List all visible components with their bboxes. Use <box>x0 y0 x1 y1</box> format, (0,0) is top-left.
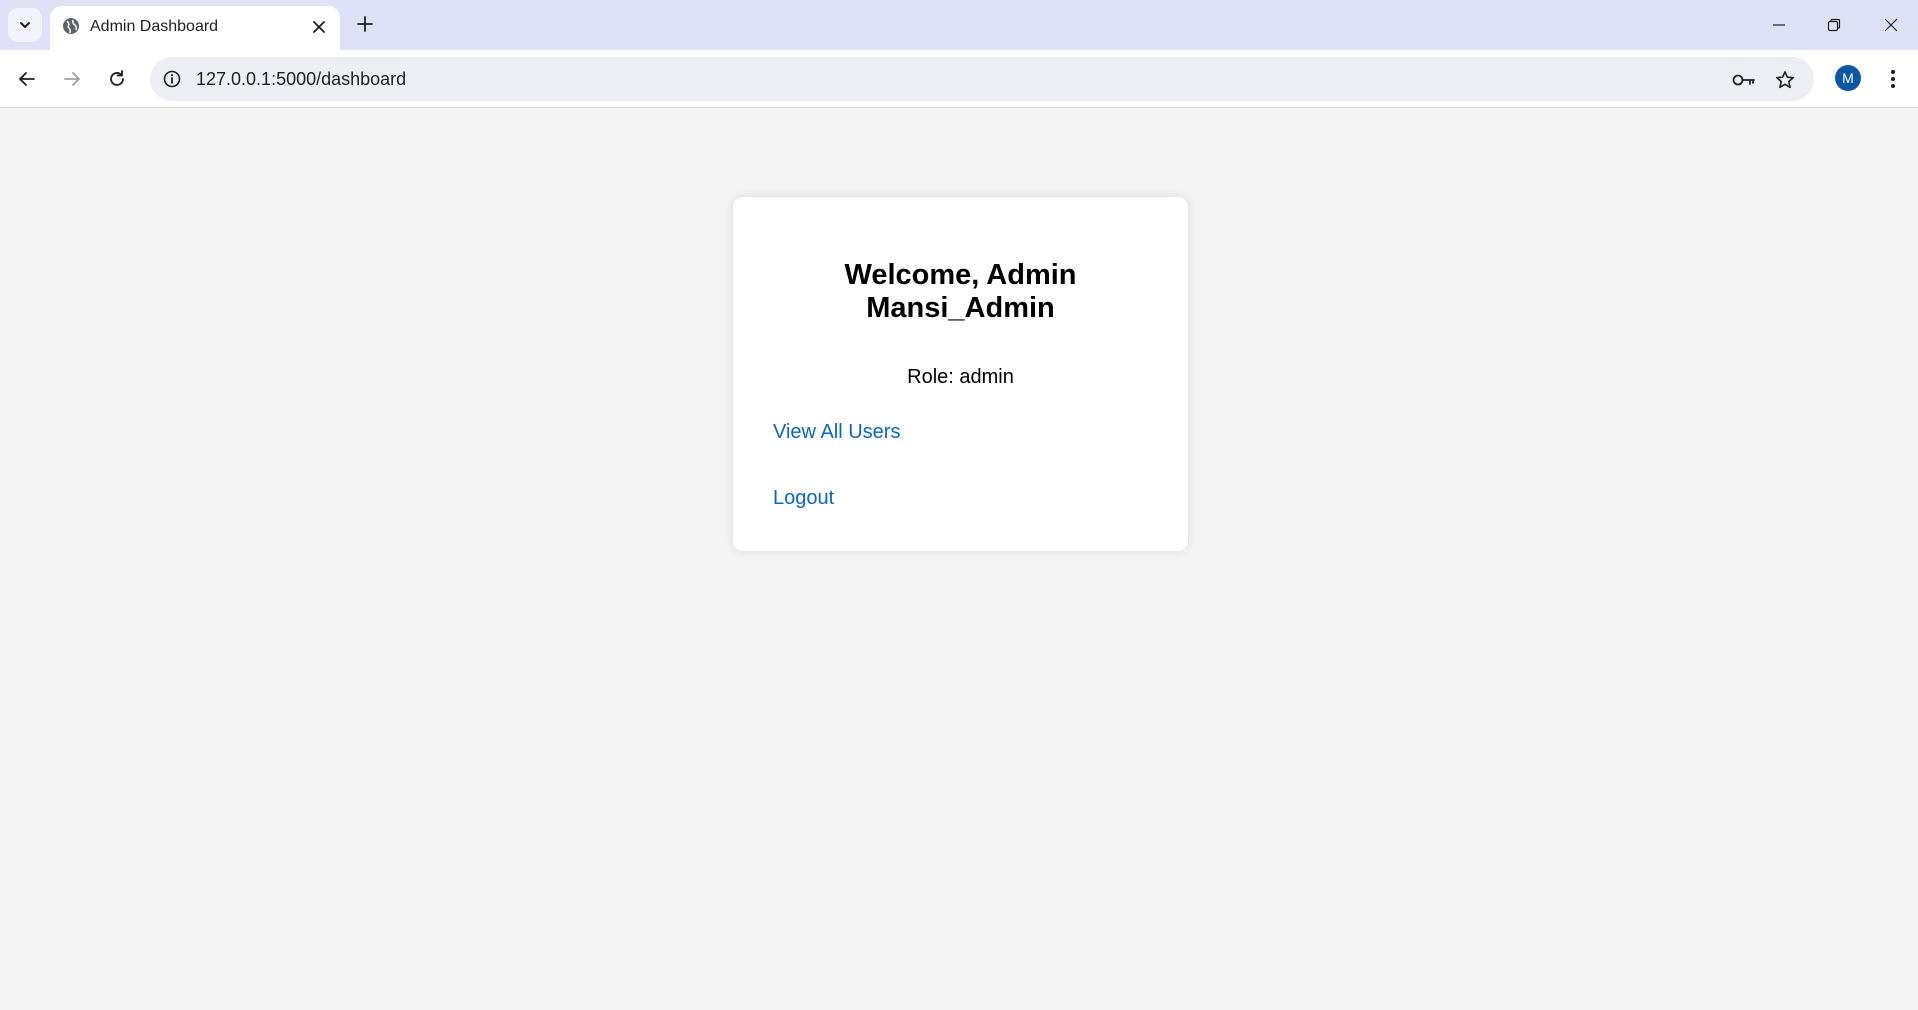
globe-icon <box>63 18 79 34</box>
info-icon <box>163 70 181 88</box>
site-info-button[interactable] <box>162 69 182 89</box>
close-icon <box>313 21 325 33</box>
password-key-button[interactable] <box>1732 68 1756 92</box>
welcome-heading: Welcome, Admin Mansi_Admin <box>844 259 1077 324</box>
view-all-users-link[interactable]: View All Users <box>773 421 900 444</box>
back-button[interactable] <box>11 63 43 95</box>
tab-close-button[interactable] <box>310 18 328 36</box>
logout-link[interactable]: Logout <box>773 487 834 510</box>
dashboard-card: Welcome, Admin Mansi_Admin Role: admin V… <box>733 197 1188 551</box>
arrow-right-icon <box>64 72 80 86</box>
browser-toolbar: 127.0.0.1:5000/dashboard M <box>0 50 1918 108</box>
reload-icon <box>110 70 124 86</box>
tab-title: Admin Dashboard <box>90 18 219 35</box>
bookmark-button[interactable] <box>1773 68 1797 92</box>
minimize-icon <box>1773 24 1785 26</box>
profile-avatar[interactable]: M <box>1835 65 1861 91</box>
plus-icon <box>357 16 373 32</box>
key-icon <box>1732 74 1755 86</box>
close-icon <box>1884 18 1898 32</box>
page-viewport: Welcome, Admin Mansi_Admin Role: admin V… <box>0 108 1918 1010</box>
tab-search-button[interactable] <box>8 8 42 42</box>
restore-button[interactable] <box>1819 10 1849 40</box>
address-bar[interactable]: 127.0.0.1:5000/dashboard <box>150 57 1814 101</box>
tab-strip: Admin Dashboard <box>0 0 1918 50</box>
restore-icon <box>1827 18 1841 32</box>
chevron-down-icon <box>20 22 30 28</box>
new-tab-button[interactable] <box>352 11 378 37</box>
url-text[interactable]: 127.0.0.1:5000/dashboard <box>196 69 406 90</box>
reload-button[interactable] <box>101 63 133 95</box>
arrow-left-icon <box>19 72 35 86</box>
browser-menu-button[interactable] <box>1880 63 1906 95</box>
close-window-button[interactable] <box>1876 10 1906 40</box>
tab-admin-dashboard[interactable]: Admin Dashboard <box>50 6 340 50</box>
star-icon <box>1776 71 1794 89</box>
role-text: Role: admin <box>907 366 1014 388</box>
more-vertical-icon <box>1891 70 1895 88</box>
forward-button[interactable] <box>56 63 88 95</box>
minimize-button[interactable] <box>1764 10 1794 40</box>
